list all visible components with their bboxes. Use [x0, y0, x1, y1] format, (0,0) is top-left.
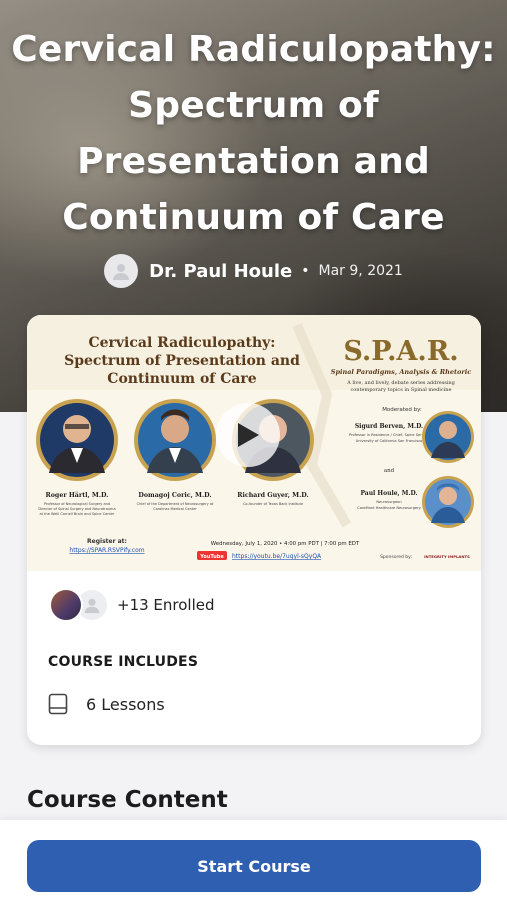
svg-text:CaroMont Healthcare Neurosurge: CaroMont Healthcare Neurosurgery: [357, 506, 421, 510]
spar-brand: S.P.A.R.: [343, 336, 458, 367]
moderator-1-name: Sigurd Berven, M.D.: [355, 423, 423, 430]
enrolled-user-avatar: [49, 588, 83, 622]
speaker-2-name: Domagoj Coric, M.D.: [138, 492, 211, 499]
sponsor-name: INTEGRITY IMPLANTS: [424, 554, 470, 559]
play-button[interactable]: [216, 403, 280, 467]
svg-text:Co-founder of Texas Back Insti: Co-founder of Texas Back Institute: [243, 502, 303, 506]
publish-date: Mar 9, 2021: [318, 263, 403, 279]
svg-text:University of California San F: University of California San Francisco: [356, 439, 423, 443]
byline: Dr. Paul Houle • Mar 9, 2021: [0, 254, 507, 288]
course-content-heading: Course Content: [27, 787, 228, 813]
speaker-photo-1: [36, 399, 118, 481]
register-link: https://SPAR.RSVPify.com: [69, 547, 144, 554]
sponsor-label: Sponsored by:: [380, 554, 412, 560]
and-text: and: [384, 468, 395, 474]
speaker-3-name: Richard Guyer, M.D.: [237, 492, 309, 499]
course-thumbnail[interactable]: Cervical Radiculopathy: Spectrum of Pres…: [27, 315, 481, 571]
svg-text:at the Weill Cornell Brain and: at the Weill Cornell Brain and Spine Cen…: [40, 512, 116, 516]
start-course-button[interactable]: Start Course: [27, 840, 481, 892]
course-title: Cervical Radiculopathy: Spectrum of Pres…: [11, 29, 496, 238]
spar-desc-2: contemporary topics in Spinal medicine: [350, 387, 451, 393]
moderator-2-desc: Neurosurgeon: [376, 500, 401, 504]
thumb-heading-line2: Spectrum of Presentation and: [64, 353, 300, 369]
moderator-2-name: Paul Houle, M.D.: [360, 490, 417, 497]
speaker-1-name: Roger Härtl, M.D.: [46, 492, 109, 499]
course-includes-heading: COURSE INCLUDES: [48, 654, 199, 670]
thumb-heading-line3: Continuum of Care: [107, 371, 256, 387]
lesson-icon: [48, 693, 68, 715]
moderated-by: Moderated by:: [382, 407, 422, 413]
lessons-count: 6 Lessons: [86, 694, 165, 714]
thumb-heading-line1: Cervical Radiculopathy:: [89, 335, 276, 351]
svg-text:Chief of the Department of Neu: Chief of the Department of Neurosurgery …: [137, 502, 214, 506]
lessons-row: 6 Lessons: [48, 691, 165, 717]
spar-desc-1: A live, and lively, debate series addres…: [346, 380, 455, 386]
separator-dot: •: [301, 263, 310, 279]
moderator-1-desc: Professor in Residence / Chief, Spine Se…: [349, 433, 430, 437]
svg-text:Carolinas Medical Center: Carolinas Medical Center: [153, 507, 197, 511]
svg-text:Professor of Neurological Surg: Professor of Neurological Surgery and: [44, 502, 110, 506]
spar-subtitle: Spinal Paradigms, Analysis & Rhetoric: [331, 368, 471, 376]
play-icon: [238, 423, 259, 447]
moderator-photo-1: [422, 411, 474, 463]
event-datetime: Wednesday, July 1, 2020 • 4:00 pm PDT | …: [211, 541, 360, 547]
enrollment-row[interactable]: +13 Enrolled: [49, 587, 215, 623]
bottom-action-bar: Start Course: [0, 820, 507, 900]
youtube-label: YouTube: [199, 554, 224, 560]
enrolled-count: +13 Enrolled: [117, 596, 215, 614]
course-card: Cervical Radiculopathy: Spectrum of Pres…: [27, 315, 481, 745]
youtube-link: https://youtu.be/7ugyl-sQyQA: [232, 553, 322, 560]
speaker-photo-2: [134, 399, 216, 481]
register-label: Register at:: [87, 538, 127, 545]
user-icon: [84, 598, 100, 614]
author-avatar[interactable]: [104, 254, 139, 288]
user-icon: [113, 264, 130, 280]
moderator-photo-2: [422, 476, 474, 528]
author-name[interactable]: Dr. Paul Houle: [149, 261, 292, 282]
svg-text:Director of Spinal Surgery and: Director of Spinal Surgery and Neurotrau…: [38, 507, 115, 511]
